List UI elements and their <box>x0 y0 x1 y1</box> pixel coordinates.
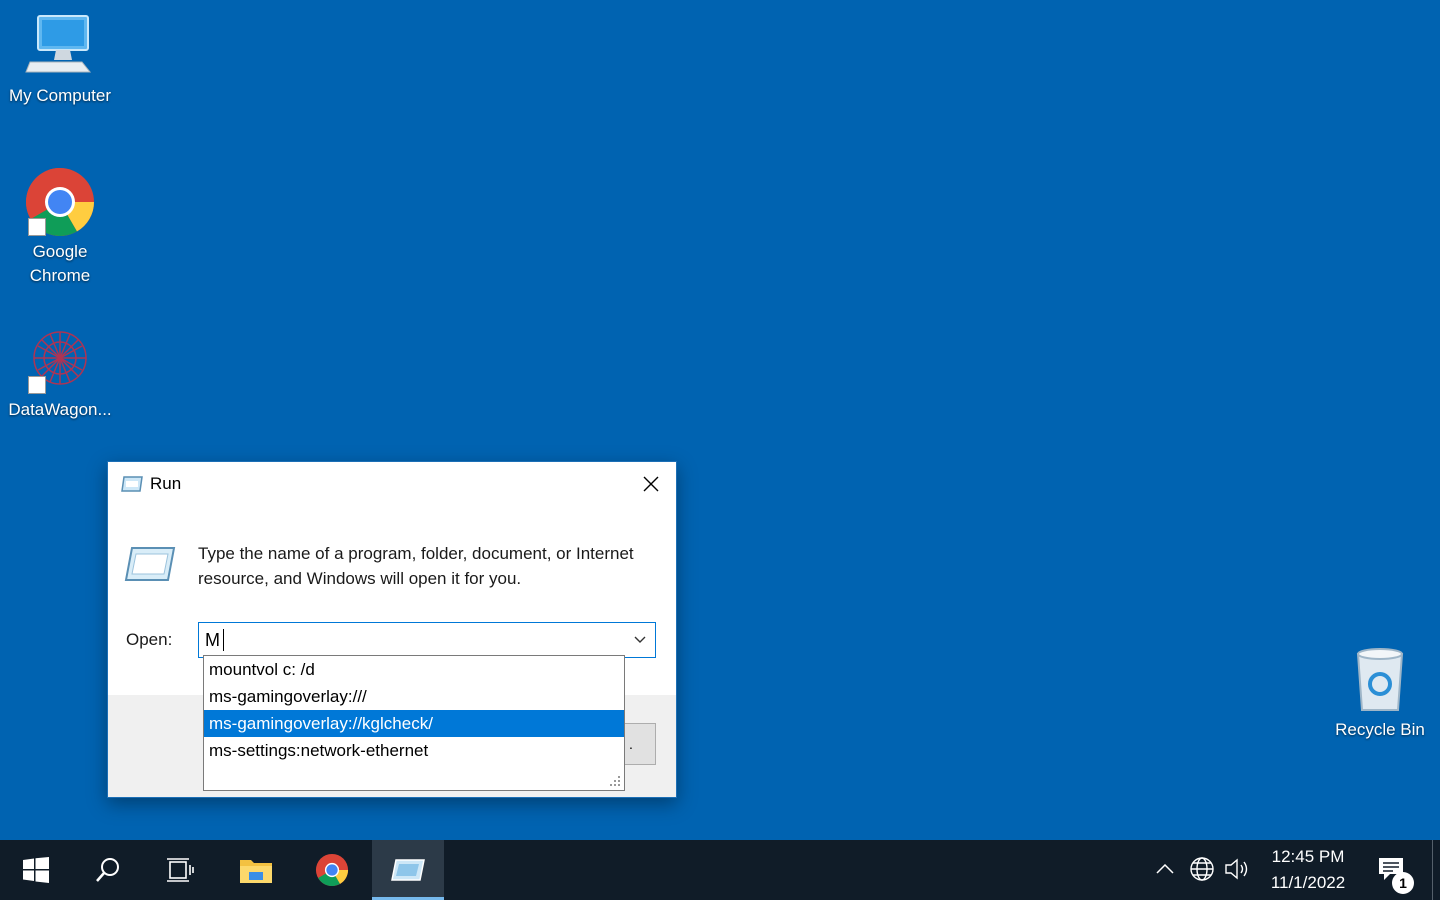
show-hidden-icons-button[interactable] <box>1152 856 1178 882</box>
clock-date: 11/1/2022 <box>1270 873 1346 892</box>
chevron-down-icon <box>634 636 646 643</box>
dialog-title: Run <box>150 474 182 493</box>
chrome-icon <box>24 166 96 238</box>
desktop-icon-datawagon[interactable]: DataWagon... <box>0 324 120 422</box>
show-desktop-button[interactable] <box>1432 840 1433 900</box>
file-explorer-icon <box>240 860 272 883</box>
search-button[interactable] <box>72 840 144 900</box>
run-icon <box>121 476 143 492</box>
chevron-up-icon <box>1156 864 1174 874</box>
desktop-icon-my-computer[interactable]: My Computer <box>0 10 120 108</box>
clock[interactable]: 12:45 PM 11/1/2022 <box>1256 844 1360 896</box>
computer-icon <box>24 10 96 82</box>
open-label: Open: <box>126 630 173 649</box>
volume-button[interactable] <box>1224 856 1250 882</box>
desktop-icon-label: My Computer <box>8 86 112 105</box>
chrome-taskbar-button[interactable] <box>296 840 368 900</box>
autocomplete-list: mountvol c: /d ms-gamingoverlay:/// ms-g… <box>203 655 625 791</box>
start-icon <box>23 857 49 883</box>
network-button[interactable] <box>1189 856 1215 882</box>
shortcut-arrow-icon <box>28 218 46 236</box>
globe-icon <box>1190 857 1214 881</box>
shortcut-arrow-icon <box>28 376 46 394</box>
close-button[interactable] <box>626 462 676 506</box>
taskbar: 12:45 PM 11/1/2022 1 <box>0 840 1440 900</box>
autocomplete-item[interactable]: mountvol c: /d <box>204 656 624 683</box>
browse-button[interactable]: . <box>624 723 656 765</box>
autocomplete-item[interactable]: ms-gamingoverlay:/// <box>204 683 624 710</box>
run-titlebar[interactable]: Run <box>108 462 676 506</box>
desktop-icon-label: DataWagon... <box>8 400 112 419</box>
dropdown-toggle[interactable] <box>625 623 655 657</box>
recycle-bin-icon <box>1344 644 1416 716</box>
dialog-description: Type the name of a program, folder, docu… <box>198 544 634 588</box>
autocomplete-item[interactable]: ms-settings:network-ethernet <box>204 737 624 764</box>
close-icon <box>643 476 659 492</box>
desktop-icon-google-chrome[interactable]: Google Chrome <box>0 166 120 288</box>
open-input[interactable] <box>205 625 625 655</box>
run-icon <box>391 859 425 881</box>
notification-count-badge: 1 <box>1392 872 1414 894</box>
run-taskbar-button[interactable] <box>372 840 444 900</box>
open-combobox[interactable] <box>198 622 656 658</box>
text-caret <box>223 629 224 651</box>
run-icon <box>124 547 176 581</box>
autocomplete-item-selected[interactable]: ms-gamingoverlay://kglcheck/ <box>204 710 624 737</box>
task-view-icon <box>167 858 194 882</box>
desktop-icon-label: Google Chrome <box>29 242 91 285</box>
file-explorer-button[interactable] <box>220 840 292 900</box>
start-button[interactable] <box>0 840 72 900</box>
clock-time: 12:45 PM <box>1271 847 1345 866</box>
desktop-icon-label: Recycle Bin <box>1335 720 1425 739</box>
search-icon <box>96 858 119 882</box>
task-view-button[interactable] <box>144 840 216 900</box>
speaker-icon <box>1225 858 1248 880</box>
resize-grip-icon[interactable] <box>608 774 622 788</box>
desktop-icon-recycle-bin[interactable]: Recycle Bin <box>1320 644 1440 742</box>
datawagon-icon <box>24 324 96 396</box>
chrome-icon <box>315 853 349 887</box>
